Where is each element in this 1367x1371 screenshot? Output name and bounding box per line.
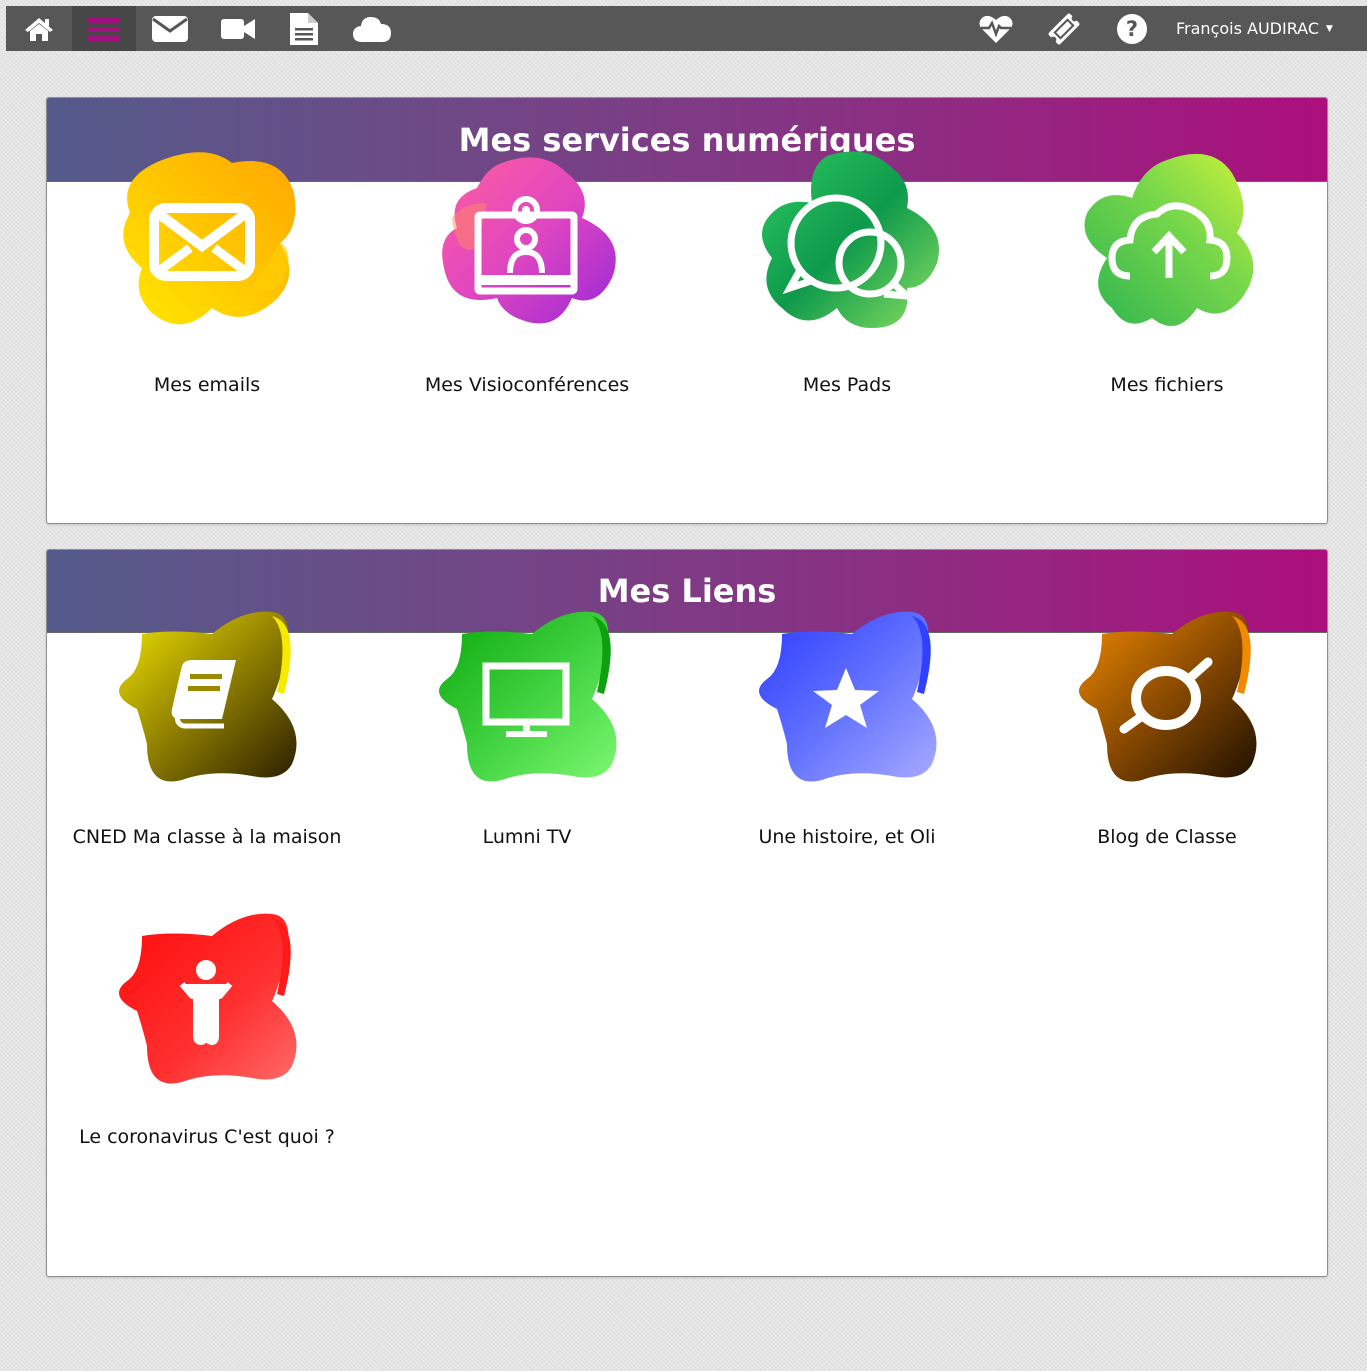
cloud-icon[interactable] (340, 6, 404, 51)
envelope-icon[interactable] (138, 6, 202, 51)
tile-mes-pads[interactable]: Mes Pads (687, 148, 1007, 396)
tile-label: Lumni TV (482, 826, 572, 848)
book-icon (119, 611, 297, 782)
tile-lumni-tv[interactable]: Lumni TV (367, 604, 687, 848)
envelope-icon (123, 152, 296, 325)
home-icon[interactable] (7, 6, 71, 51)
tile-label: Mes fichiers (1110, 374, 1224, 396)
video-camera-icon[interactable] (206, 6, 270, 51)
tile-une-histoire-et-oli[interactable]: Une histoire, et Oli (687, 604, 1007, 848)
cloud-upload-icon (1084, 153, 1254, 326)
user-menu[interactable]: François AUDIRAC ▼ (1176, 6, 1367, 51)
child-icon (119, 913, 297, 1084)
tile-le-coronavirus[interactable]: Le coronavirus C'est quoi ? (47, 906, 367, 1148)
menu-icon[interactable] (72, 6, 136, 51)
webcam-user-icon (442, 157, 616, 324)
tile-mes-fichiers[interactable]: Mes fichiers (1007, 148, 1327, 396)
tile-label: Le coronavirus C'est quoi ? (79, 1126, 335, 1148)
ticket-icon[interactable] (1032, 6, 1096, 51)
links-panel: Mes Liens CNED Ma classe à la maison Lum… (46, 549, 1328, 1277)
tile-label: Blog de Classe (1097, 826, 1237, 848)
chat-bubbles-icon (762, 151, 939, 328)
tile-cned[interactable]: CNED Ma classe à la maison (47, 604, 367, 848)
heartbeat-icon[interactable] (964, 6, 1028, 51)
caret-down-icon: ▼ (1326, 23, 1333, 34)
tile-label: Mes Visioconférences (424, 374, 630, 396)
user-name: François AUDIRAC (1176, 19, 1320, 38)
page: ? François AUDIRAC ▼ Mes services numéri… (6, 6, 1367, 1371)
tile-label: Mes emails (153, 374, 261, 396)
tile-label: CNED Ma classe à la maison (72, 826, 342, 848)
planet-ring-icon (1079, 611, 1257, 782)
tile-label: Mes Pads (802, 374, 892, 396)
document-icon[interactable] (272, 6, 336, 51)
help-icon[interactable]: ? (1100, 6, 1164, 51)
tile-mes-visioconferences[interactable]: Mes Visioconférences (367, 148, 687, 396)
svg-text:?: ? (1126, 17, 1138, 41)
star-icon (759, 611, 937, 782)
tile-label: Une histoire, et Oli (758, 826, 936, 848)
top-navbar: ? François AUDIRAC ▼ (6, 6, 1367, 51)
services-panel: Mes services numériques Mes emails Mes V… (46, 97, 1328, 524)
tile-mes-emails[interactable]: Mes emails (47, 148, 367, 396)
tile-blog-de-classe[interactable]: Blog de Classe (1007, 604, 1327, 848)
tv-icon (439, 611, 617, 782)
